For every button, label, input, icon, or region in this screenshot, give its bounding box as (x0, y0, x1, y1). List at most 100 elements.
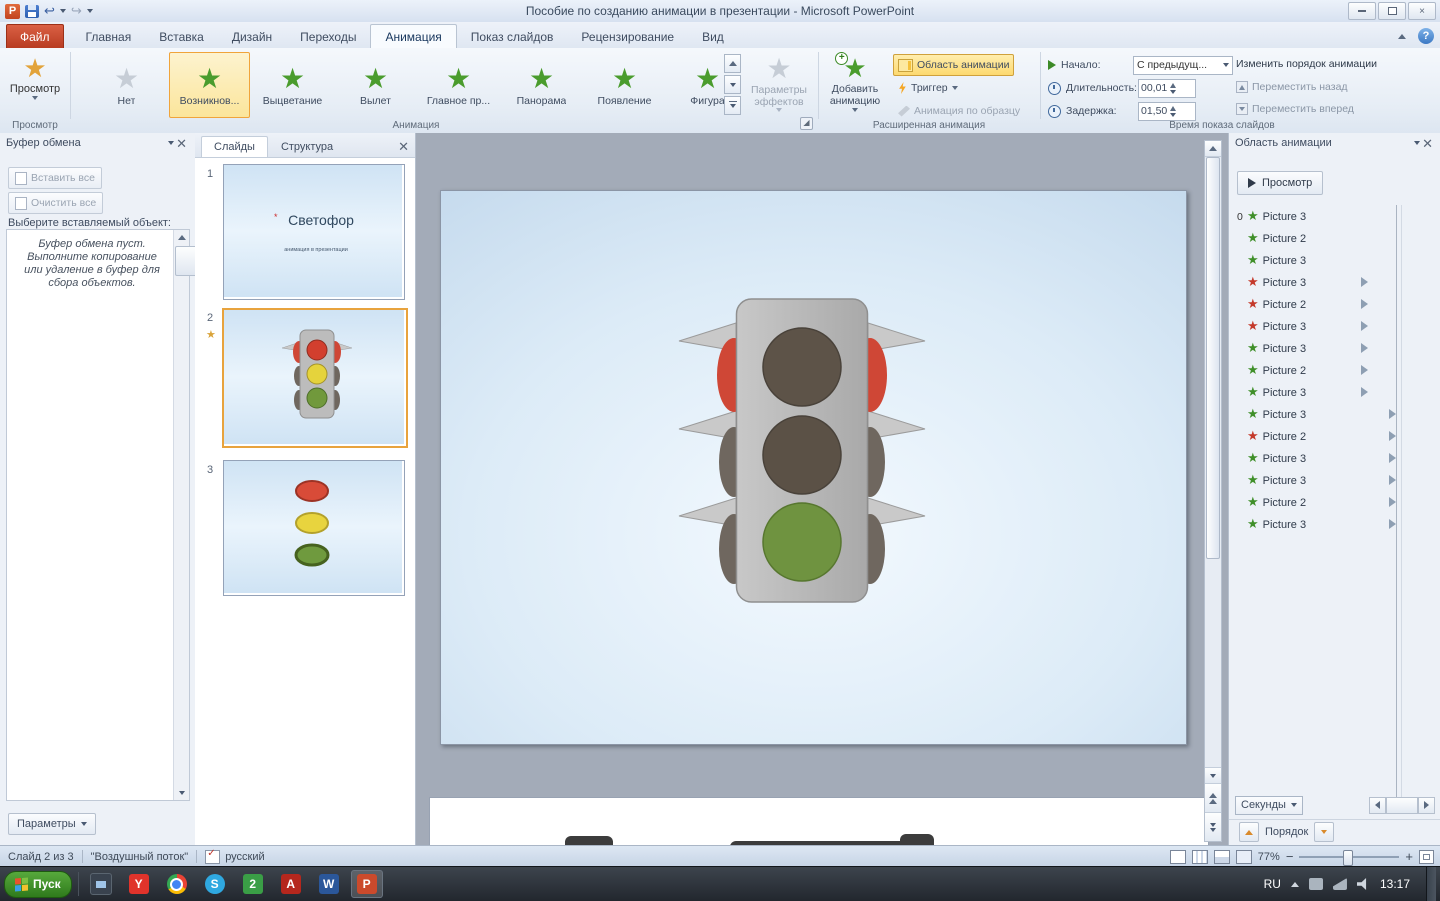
taskbar-app-maps[interactable]: 2 (237, 870, 269, 898)
animation-pane-close-icon[interactable]: ✕ (1420, 137, 1435, 150)
language-indicator[interactable]: RU (1264, 877, 1281, 891)
paste-all-button[interactable]: Вставить все (8, 167, 102, 189)
preview-button[interactable]: Просмотр (8, 54, 62, 100)
scrollbar-thumb[interactable] (1206, 157, 1220, 559)
seconds-dropdown[interactable]: Секунды (1235, 795, 1303, 815)
taskbar-app-computer[interactable] (85, 870, 117, 898)
restore-button[interactable] (1378, 2, 1406, 20)
gallery-more-icon[interactable] (724, 96, 741, 115)
scroll-down-icon[interactable] (1205, 767, 1221, 783)
gallery-item-floatin[interactable]: Главное пр... (418, 52, 499, 118)
reading-view-icon[interactable] (1213, 849, 1230, 864)
slide-thumbnail-2[interactable] (222, 308, 408, 448)
animation-item[interactable]: Picture 2 (1231, 359, 1427, 381)
taskbar-app-acrobat[interactable]: A (275, 870, 307, 898)
clear-all-button[interactable]: Очистить все (8, 192, 104, 214)
tab-animations[interactable]: Анимация (370, 24, 457, 49)
zoom-in-icon[interactable]: + (1405, 849, 1413, 864)
minimize-button[interactable] (1348, 2, 1376, 20)
slide-thumbnail-1[interactable]: * Светофор анимация в презентации (223, 164, 405, 300)
language-status[interactable]: русский (225, 851, 264, 863)
clipboard-list[interactable]: Буфер обмена пуст. Выполните копирование… (6, 229, 357, 801)
current-slide[interactable] (440, 190, 1187, 745)
zoom-slider-thumb[interactable] (1343, 849, 1354, 866)
animation-item[interactable]: Picture 2 (1231, 425, 1427, 447)
start-combobox[interactable]: С предыдущ... (1133, 55, 1233, 75)
move-later-button[interactable]: Переместить вперед (1236, 103, 1354, 115)
timeline-scroll-right-icon[interactable] (1418, 796, 1435, 814)
gallery-item-flyin[interactable]: Вылет (335, 52, 416, 118)
tab-review[interactable]: Рецензирование (567, 25, 688, 48)
gallery-scroll-up-icon[interactable] (724, 54, 741, 73)
tab-slideshow[interactable]: Показ слайдов (457, 25, 568, 48)
clipboard-pane-close-icon[interactable]: ✕ (174, 137, 189, 150)
play-animations-button[interactable]: Просмотр (1237, 171, 1324, 195)
animation-item[interactable]: Picture 3 (1231, 271, 1427, 293)
animation-item[interactable]: Picture 2 (1231, 293, 1427, 315)
notes-pane[interactable] (429, 797, 1209, 845)
next-slide-button[interactable] (1205, 812, 1221, 841)
delay-input[interactable]: 01,50 (1138, 101, 1196, 121)
animation-item[interactable]: 0Picture 3 (1231, 205, 1427, 227)
timeline-scrollbar[interactable] (1369, 796, 1435, 814)
taskbar-app-chrome[interactable] (161, 870, 193, 898)
tab-home[interactable]: Главная (72, 25, 146, 48)
taskbar-app-skype[interactable]: S (199, 870, 231, 898)
slides-panel-close-icon[interactable]: ✕ (396, 140, 411, 153)
gallery-item-appear[interactable]: Возникнов... (169, 52, 250, 118)
start-button[interactable]: Пуск (4, 870, 72, 898)
slideshow-view-icon[interactable] (1235, 849, 1252, 864)
gallery-scroll-down-icon[interactable] (724, 75, 741, 94)
tab-file[interactable]: Файл (6, 24, 64, 48)
network-icon[interactable] (1332, 878, 1347, 890)
spellcheck-icon[interactable] (205, 848, 221, 864)
gallery-item-none[interactable]: Нет (86, 52, 167, 118)
move-earlier-button[interactable]: Переместить назад (1236, 81, 1348, 93)
taskbar-app-powerpoint[interactable]: P (350, 870, 383, 898)
animation-item[interactable]: Picture 2 (1231, 227, 1427, 249)
tab-slides[interactable]: Слайды (201, 136, 268, 157)
taskbar-app-word[interactable]: W (313, 870, 345, 898)
fit-to-window-icon[interactable] (1419, 849, 1434, 864)
canvas-scrollbar[interactable] (1204, 140, 1222, 842)
gallery-item-wipe[interactable]: Появление (584, 52, 665, 118)
clipboard-options-button[interactable]: Параметры (8, 813, 96, 835)
zoom-slider[interactable] (1299, 849, 1400, 866)
taskbar-app-yandex[interactable]: Y (123, 870, 155, 898)
action-center-icon[interactable] (1308, 878, 1323, 890)
help-icon[interactable]: ? (1418, 28, 1434, 44)
duration-input[interactable]: 00,01 (1138, 78, 1196, 98)
show-desktop-button[interactable] (1426, 867, 1436, 901)
reorder-up-button[interactable] (1239, 822, 1259, 842)
minimize-ribbon-icon[interactable] (1392, 27, 1412, 45)
animation-item[interactable]: Picture 3 (1231, 513, 1427, 535)
animation-item[interactable]: Picture 3 (1231, 249, 1427, 271)
clipboard-scrollbar[interactable] (173, 230, 357, 800)
reorder-down-button[interactable] (1314, 822, 1335, 842)
volume-icon[interactable] (1356, 878, 1367, 890)
animation-dialog-launcher-icon[interactable]: ◢ (800, 117, 813, 130)
gallery-item-fade[interactable]: Выцветание (252, 52, 333, 118)
animation-item[interactable]: Picture 3 (1231, 381, 1427, 403)
normal-view-icon[interactable] (1169, 849, 1186, 864)
animation-item[interactable]: Picture 3 (1231, 447, 1427, 469)
scroll-down-icon[interactable] (174, 785, 189, 800)
tab-insert[interactable]: Вставка (145, 25, 218, 48)
slide-thumbnail-3[interactable] (223, 460, 405, 596)
spin-up-icon[interactable] (1170, 82, 1177, 88)
effect-options-button[interactable]: Параметры эффектов (748, 54, 810, 112)
trigger-button[interactable]: Триггер (893, 77, 963, 99)
spin-down-icon[interactable] (1170, 112, 1177, 117)
slide-sorter-view-icon[interactable] (1191, 849, 1208, 864)
tab-design[interactable]: Дизайн (218, 25, 286, 48)
previous-slide-button[interactable] (1205, 783, 1221, 812)
hidden-icons-chevron-icon[interactable] (1290, 881, 1299, 887)
scroll-up-icon[interactable] (174, 230, 189, 245)
gallery-item-split[interactable]: Панорама (501, 52, 582, 118)
tab-outline[interactable]: Структура (268, 136, 346, 157)
traffic-light-graphic[interactable] (441, 191, 1186, 744)
animation-item[interactable]: Picture 3 (1231, 469, 1427, 491)
animation-item[interactable]: Picture 3 (1231, 403, 1427, 425)
clock[interactable]: 13:17 (1380, 877, 1410, 891)
tab-view[interactable]: Вид (688, 25, 738, 48)
